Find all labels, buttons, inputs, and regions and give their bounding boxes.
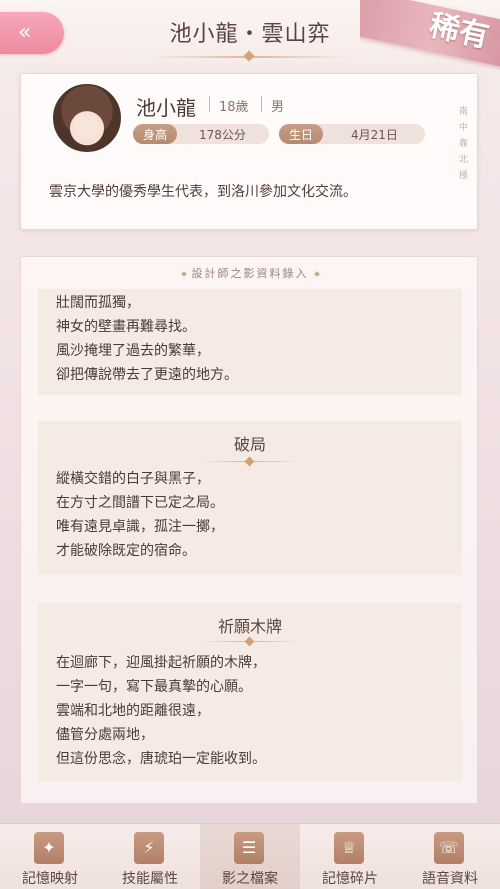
age-text: 18歲 [219,100,249,115]
height-value: 178公分 [199,128,246,142]
nav-item-skill-attributes[interactable]: ⚡ 技能屬性 [100,824,200,889]
avatar [51,82,123,154]
top-bar: « 池小龍・雲山弈 稀有 [0,0,500,70]
archive-entry: 祈願木牌 在迴廊下，迎風掛起祈願的木牌， 一字一句，寫下最真摯的心願。 雲端和北… [38,603,462,781]
rarity-badge: 稀有 [360,0,500,70]
sparkle-card-icon: ✦ [34,832,64,864]
birthday-label: 生日 [279,124,324,144]
nav-item-memory-fragments[interactable]: ♕ 記憶碎片 [300,824,400,889]
bottom-nav: ✦ 記憶映射 ⚡ 技能屬性 ☰ 影之檔案 ♕ 記憶碎片 ☏ 語音資料 [0,823,500,889]
height-label: 身高 [133,124,178,144]
gender-text: 男 [271,100,285,115]
nav-item-memory-mapping[interactable]: ✦ 記憶映射 [0,824,100,889]
entry-ornament [200,456,300,467]
profile-card: 池小龍 18歲 男 身高 178公分 生日 4月21日 雲京大學的優秀學生代表，… [20,73,478,230]
birthday-pill: 生日 4月21日 [279,124,425,144]
height-pill: 身高 178公分 [133,124,269,144]
entry-ornament [200,636,300,647]
archive-heading: 設計師之影資料錄入 [21,265,479,281]
lightning-hexagon-icon: ⚡ [134,832,164,864]
archive-panel[interactable]: 設計師之影資料錄入 壯闊而孤獨， 神女的壁畫再難尋找。 風沙掩埋了過去的繁華， … [20,256,478,804]
nav-item-voice-data[interactable]: ☏ 語音資料 [400,824,500,889]
birthday-value: 4月21日 [351,128,398,142]
archive-entry: 破局 縱橫交錯的白子與黑子， 在方寸之間譜下已定之局。 唯有遠見卓識，孤注一擲，… [38,421,462,575]
title-ornament [150,50,350,62]
entry-title: 破局 [233,435,266,454]
document-icon: ☰ [234,832,264,864]
archive-entry: 壯闊而孤獨， 神女的壁畫再難尋找。 風沙掩埋了過去的繁華， 卻把傳說帶去了更遠的… [38,289,462,395]
nav-item-shadow-archive[interactable]: ☰ 影之檔案 [200,824,300,889]
side-vertical-text: 南 中 靠 北 極 [459,107,469,181]
phone-voice-icon: ☏ [434,832,464,864]
entry-title: 祈願木牌 [217,617,282,636]
character-name: 池小龍 [136,96,196,120]
dress-icon: ♕ [334,832,364,864]
character-description: 雲京大學的優秀學生代表，到洛川參加文化交流。 [49,184,357,200]
